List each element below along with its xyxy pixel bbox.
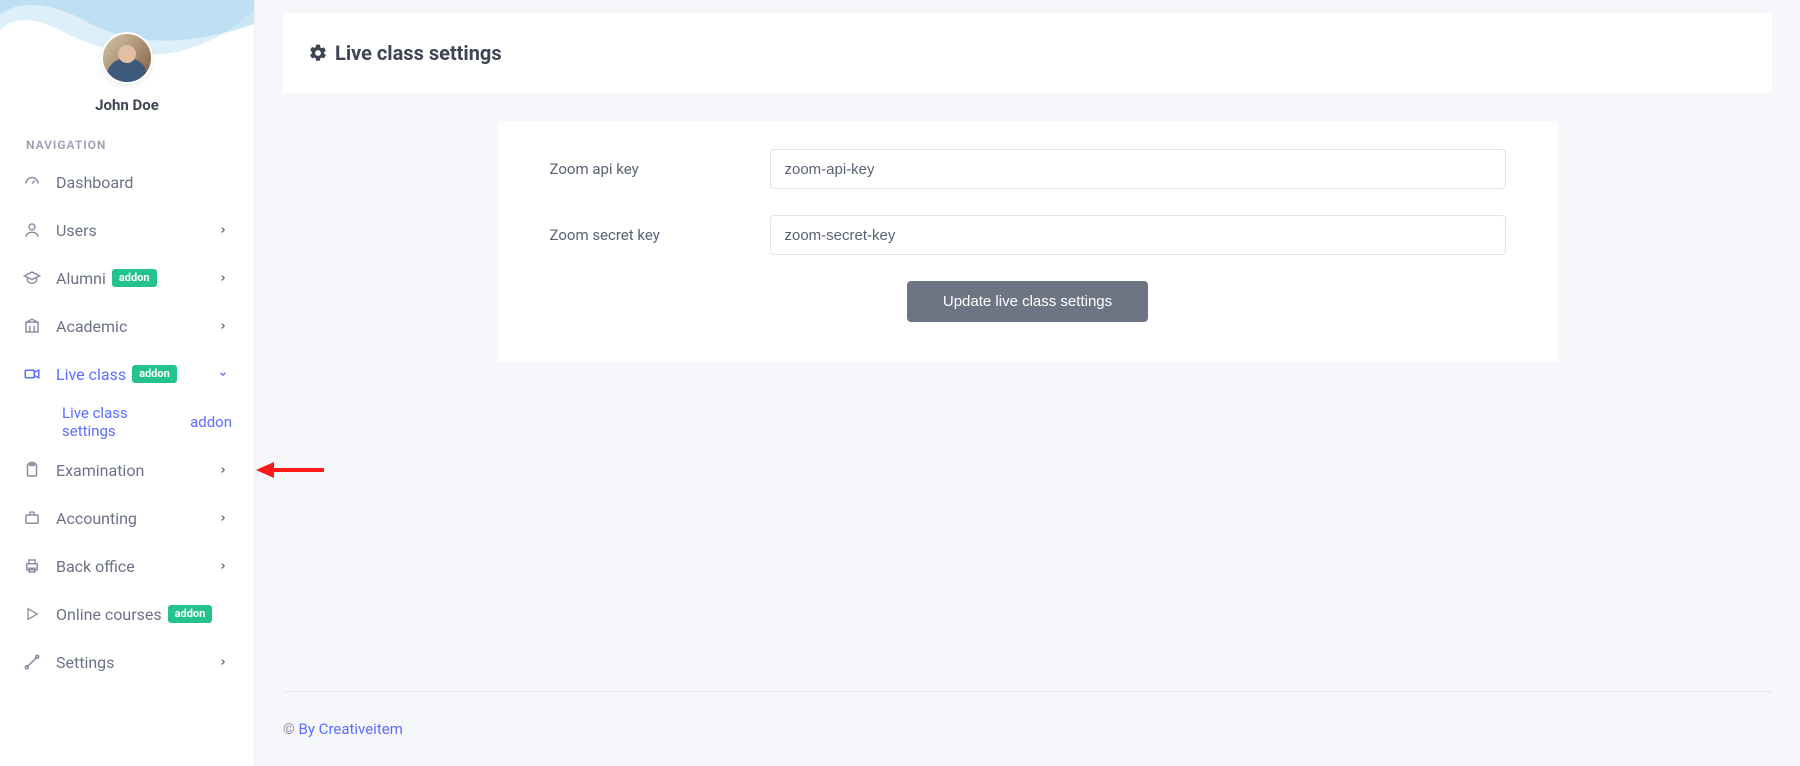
chevron-right-icon	[214, 269, 232, 287]
footer: © By Creativeitem	[283, 691, 1772, 766]
zoom-secret-key-label: Zoom secret key	[550, 226, 770, 244]
briefcase-icon	[22, 508, 42, 528]
sidebar: John Doe NAVIGATION Dashboard	[0, 0, 255, 766]
user-icon	[22, 220, 42, 240]
sidebar-item-label: Live class	[56, 365, 126, 384]
addon-badge: addon	[112, 269, 157, 287]
settings-card: Zoom api key Zoom secret key Update live…	[498, 121, 1558, 362]
sidebar-item-online-courses[interactable]: Online courses addon	[0, 590, 254, 638]
chevron-right-icon	[214, 557, 232, 575]
play-icon	[22, 604, 42, 624]
avatar[interactable]	[101, 32, 153, 84]
video-icon	[22, 364, 42, 384]
addon-badge: addon	[168, 605, 213, 623]
form-row-zoom-secret: Zoom secret key	[550, 215, 1506, 255]
user-name: John Doe	[95, 96, 159, 114]
sidebar-item-label: Examination	[56, 461, 144, 480]
sidebar-item-back-office[interactable]: Back office	[0, 542, 254, 590]
page-title: Live class settings	[335, 41, 502, 65]
sidebar-item-label: Settings	[56, 653, 114, 672]
zoom-secret-key-input[interactable]	[770, 215, 1506, 255]
sidebar-item-dashboard[interactable]: Dashboard	[0, 158, 254, 206]
sidebar-item-academic[interactable]: Academic	[0, 302, 254, 350]
content-area: Zoom api key Zoom secret key Update live…	[255, 93, 1800, 766]
nav: Dashboard Users	[0, 158, 254, 766]
chevron-down-icon	[214, 365, 232, 383]
form-actions: Update live class settings	[550, 281, 1506, 322]
sidebar-item-label: Online courses	[56, 605, 162, 624]
sidebar-subitem-live-class-settings[interactable]: Live class settings addon	[0, 398, 254, 446]
tools-icon	[22, 652, 42, 672]
speedometer-icon	[22, 172, 42, 192]
sidebar-item-settings[interactable]: Settings	[0, 638, 254, 686]
sidebar-item-accounting[interactable]: Accounting	[0, 494, 254, 542]
chevron-right-icon	[214, 317, 232, 335]
main: Live class settings Zoom api key Zoom se…	[255, 0, 1800, 766]
sidebar-item-examination[interactable]: Examination	[0, 446, 254, 494]
chevron-right-icon	[214, 221, 232, 239]
update-settings-button[interactable]: Update live class settings	[907, 281, 1148, 322]
sidebar-item-label: Back office	[56, 557, 135, 576]
nav-section-title: NAVIGATION	[0, 120, 254, 158]
addon-badge: addon	[190, 413, 232, 431]
addon-badge: addon	[132, 365, 177, 383]
chevron-right-icon	[214, 461, 232, 479]
chevron-right-icon	[214, 653, 232, 671]
footer-link[interactable]: By Creativeitem	[299, 720, 403, 738]
sidebar-item-label: Dashboard	[56, 173, 133, 192]
sidebar-item-label: Alumni	[56, 269, 106, 288]
graduation-cap-icon	[22, 268, 42, 288]
form-row-zoom-api: Zoom api key	[550, 149, 1506, 189]
sidebar-item-live-class[interactable]: Live class addon	[0, 350, 254, 398]
chevron-right-icon	[214, 509, 232, 527]
sidebar-item-label: Academic	[56, 317, 127, 336]
printer-icon	[22, 556, 42, 576]
zoom-api-key-input[interactable]	[770, 149, 1506, 189]
clipboard-icon	[22, 460, 42, 480]
sidebar-item-alumni[interactable]: Alumni addon	[0, 254, 254, 302]
sidebar-item-label: Accounting	[56, 509, 137, 528]
zoom-api-key-label: Zoom api key	[550, 160, 770, 178]
page-header: Live class settings	[283, 13, 1772, 93]
gear-icon	[307, 42, 329, 64]
sidebar-item-users[interactable]: Users	[0, 206, 254, 254]
sidebar-item-label: Users	[56, 221, 97, 240]
sidebar-item-label: Live class settings	[62, 404, 184, 440]
footer-copy: ©	[283, 720, 299, 738]
building-icon	[22, 316, 42, 336]
sidebar-header: John Doe	[0, 0, 254, 120]
